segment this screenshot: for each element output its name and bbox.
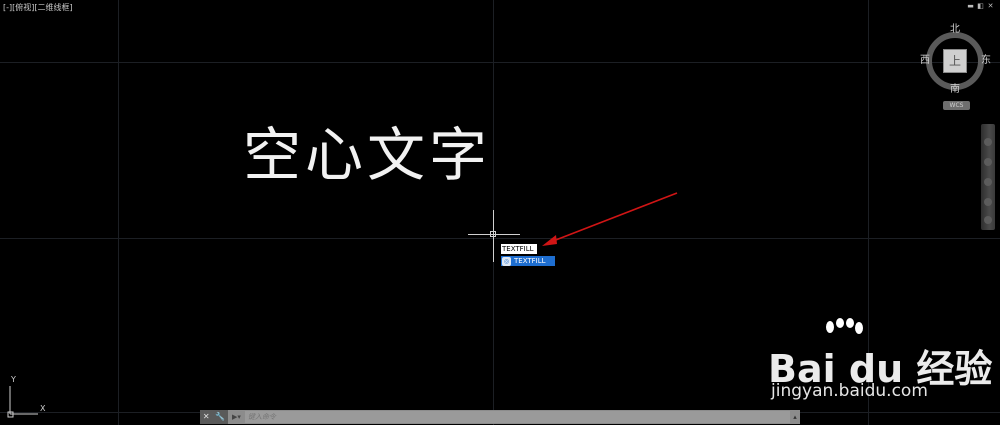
command-input[interactable] xyxy=(244,411,790,423)
grid-line xyxy=(0,238,1000,239)
wrench-icon[interactable]: 🔧 xyxy=(215,410,225,424)
viewport-controls-label[interactable]: [-][俯视][二维线框] xyxy=(3,2,73,13)
command-history-toggle-icon[interactable]: ▴ xyxy=(790,413,800,421)
drawing-text-object[interactable]: 空心文字 xyxy=(243,108,491,192)
wcs-menu[interactable]: WCS xyxy=(943,101,970,110)
viewcube-top-face[interactable]: 上 xyxy=(943,49,967,73)
grid-line xyxy=(118,0,119,425)
command-line: ✕ 🔧 ▶▾ ▴ xyxy=(200,410,800,424)
close-icon[interactable]: ✕ xyxy=(203,410,210,424)
compass-north[interactable]: 北 xyxy=(950,20,960,35)
navigation-bar xyxy=(981,124,995,230)
crosshair-pickbox xyxy=(490,231,496,237)
compass-south[interactable]: 南 xyxy=(950,80,960,95)
close-icon[interactable]: ✕ xyxy=(987,3,994,10)
command-icon: ◎ xyxy=(502,256,511,266)
command-line-buttons: ✕ 🔧 xyxy=(200,410,228,424)
viewport-window-controls: ▬ ◧ ✕ xyxy=(967,3,994,10)
compass-east[interactable]: 东 xyxy=(981,51,991,66)
ucs-x-label: X xyxy=(40,404,46,413)
restore-icon[interactable]: ◧ xyxy=(977,3,984,10)
viewcube[interactable]: 上 北 南 西 东 xyxy=(920,20,994,110)
grid-line xyxy=(0,62,1000,63)
autocomplete-item-label: TEXTFILL xyxy=(514,257,546,265)
dynamic-input-field[interactable] xyxy=(501,244,537,254)
zoom-icon[interactable] xyxy=(984,178,992,186)
watermark-url: jingyan.baidu.com xyxy=(771,381,928,401)
pan-icon[interactable] xyxy=(984,158,992,166)
autocomplete-item[interactable]: ◎ TEXTFILL xyxy=(501,256,555,266)
compass-west[interactable]: 西 xyxy=(920,51,930,66)
recent-commands-icon[interactable]: ▶▾ xyxy=(232,413,241,421)
showmotion-icon[interactable] xyxy=(984,216,992,224)
minimize-icon[interactable]: ▬ xyxy=(967,3,974,10)
ucs-y-label: Y xyxy=(11,375,16,384)
steering-wheel-icon[interactable] xyxy=(984,138,992,146)
orbit-icon[interactable] xyxy=(984,198,992,206)
